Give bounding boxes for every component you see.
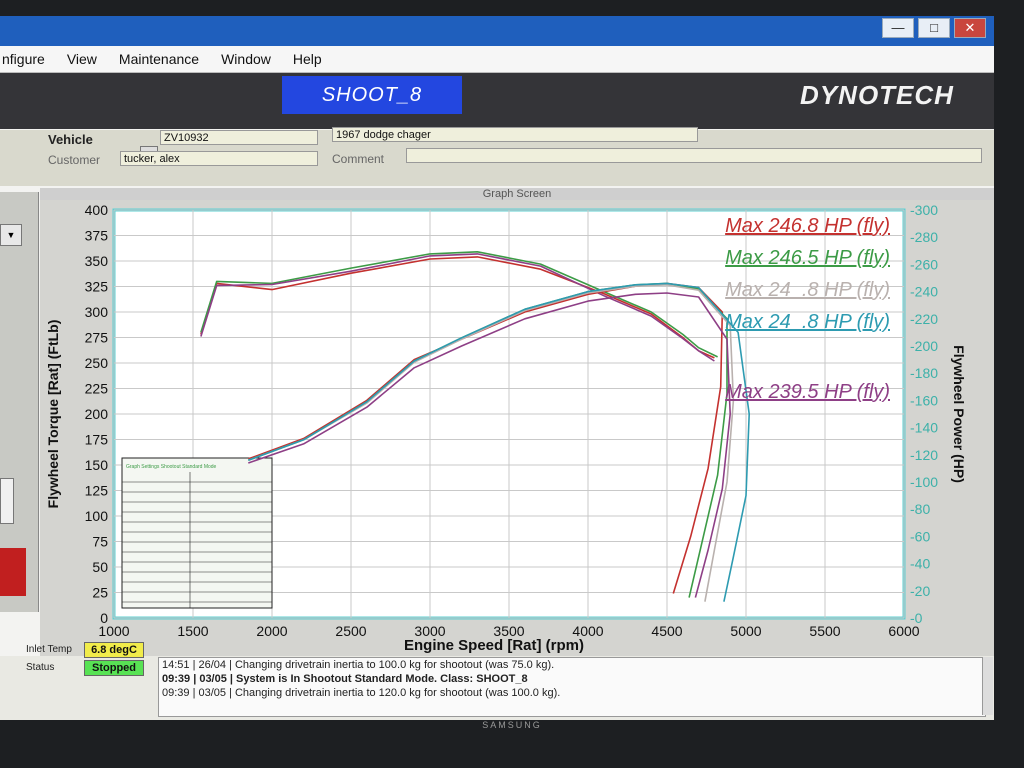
y-right-tick-label: -60 [910, 528, 930, 544]
inlet-temp-label: Inlet Temp [26, 644, 72, 655]
x-tick-label: 5500 [809, 623, 840, 639]
screen: — □ ✕ nfigure View Maintenance Window He… [0, 16, 994, 720]
runs-table-frame [121, 457, 273, 609]
x-tick-label: 2000 [256, 623, 287, 639]
y-left-tick-label: 375 [85, 228, 109, 244]
y-left-tick-label: 275 [85, 330, 109, 346]
menu-help[interactable]: Help [291, 51, 324, 67]
legend-entry: Max 239.5 HP (fly) [725, 381, 890, 403]
minimize-button[interactable]: — [882, 18, 914, 38]
log-line: 14:51 | 26/04 | Changing drivetrain iner… [162, 659, 555, 671]
y-left-tick-label: 150 [85, 457, 109, 473]
legend-entry: Max 246.8 HP (fly) [725, 215, 890, 237]
y-right-tick-label: -120 [910, 447, 938, 463]
y-right-tick-label: -140 [910, 420, 938, 436]
mode-title: SHOOT_8 [282, 76, 462, 114]
y-right-tick-label: -300 [910, 202, 938, 218]
monitor-brand: SAMSUNG [482, 720, 542, 730]
x-tick-label: 1500 [177, 623, 208, 639]
y-right-tick-label: -260 [910, 256, 938, 272]
y-left-tick-label: 300 [85, 304, 109, 320]
menu-configure[interactable]: nfigure [0, 51, 47, 67]
brand-logo: DYNOTECH [800, 80, 954, 110]
menu-view[interactable]: View [65, 51, 99, 67]
comment-field[interactable] [406, 148, 982, 163]
maximize-button[interactable]: □ [918, 18, 950, 38]
customer-label: Customer [48, 153, 101, 167]
vehicle-id-field[interactable]: ZV10932 [160, 130, 318, 145]
log-line: 09:39 | 03/05 | System is In Shootout St… [162, 673, 528, 685]
menu-maintenance[interactable]: Maintenance [117, 51, 201, 67]
customer-field[interactable]: tucker, alex [120, 151, 318, 166]
y-right-tick-label: -20 [910, 583, 930, 599]
y-right-tick-label: -280 [910, 229, 938, 245]
close-button[interactable]: ✕ [954, 18, 986, 38]
runs-table: Graph Settings Shootout Standard Mode [121, 457, 273, 609]
y-right-tick-label: -180 [910, 365, 938, 381]
y-right-tick-label: -100 [910, 474, 938, 490]
legend-entry: Max 24_.8 HP (fly) [725, 279, 890, 301]
y-left-tick-label: 400 [85, 202, 109, 218]
y-right-tick-label: -160 [910, 392, 938, 408]
runs-table-header: Graph Settings Shootout Standard Mode [126, 464, 217, 470]
y-right-tick-label: -40 [910, 556, 930, 572]
side-dropdown-button[interactable]: ▼ [0, 224, 22, 246]
y-left-tick-label: 50 [92, 559, 108, 575]
y-left-tick-label: 25 [92, 585, 108, 601]
log-line: 09:39 | 03/05 | Changing drivetrain iner… [162, 687, 561, 699]
comment-label: Comment [332, 152, 385, 166]
y-right-tick-label: -200 [910, 338, 938, 354]
menu-bar: nfigure View Maintenance Window Help [0, 46, 994, 73]
y-right-tick-label: -80 [910, 501, 930, 517]
y-right-tick-label: -240 [910, 284, 938, 300]
y-left-tick-label: 125 [85, 483, 109, 499]
inlet-temp-value: 6.8 degC [84, 642, 144, 658]
x-axis-label: Engine Speed [Rat] (rpm) [404, 637, 584, 654]
log-scrollbar[interactable] [982, 657, 993, 715]
side-box [0, 478, 14, 524]
y-right-axis-label: Flywheel Power (HP) [951, 345, 967, 483]
vehicle-label: Vehicle [48, 132, 93, 147]
y-left-tick-label: 325 [85, 279, 109, 295]
y-right-tick-label: -220 [910, 311, 938, 327]
y-left-tick-label: 100 [85, 508, 109, 524]
y-left-tick-label: 200 [85, 406, 109, 422]
y-left-tick-label: 225 [85, 381, 109, 397]
x-tick-label: 4500 [651, 623, 682, 639]
y-left-tick-label: 75 [92, 534, 108, 550]
y-left-tick-label: 175 [85, 432, 109, 448]
dyno-chart: Graph Settings Shootout Standard Mode 10… [40, 200, 994, 656]
legend-entry: Max 24_.8 HP (fly) [725, 311, 890, 333]
y-right-tick-label: -0 [910, 610, 923, 626]
title-bar: — □ ✕ [0, 16, 994, 46]
status-label: Status [26, 662, 55, 673]
side-red-button[interactable] [0, 548, 26, 596]
x-tick-label: 5000 [730, 623, 761, 639]
vehicle-description-field[interactable]: 1967 dodge chager [332, 127, 698, 142]
y-left-tick-label: 250 [85, 355, 109, 371]
graph-screen-title: Graph Screen [40, 188, 994, 200]
x-tick-label: 2500 [335, 623, 366, 639]
status-badge: Stopped [84, 660, 144, 676]
y-left-axis-label: Flywheel Torque [Rat] (FtLb) [45, 320, 61, 509]
menu-window[interactable]: Window [219, 51, 273, 67]
y-left-tick-label: 350 [85, 253, 109, 269]
y-left-tick-label: 0 [100, 610, 108, 626]
legend-entry: Max 246.5 HP (fly) [725, 247, 890, 269]
event-log[interactable]: 14:51 | 26/04 | Changing drivetrain iner… [158, 657, 986, 717]
